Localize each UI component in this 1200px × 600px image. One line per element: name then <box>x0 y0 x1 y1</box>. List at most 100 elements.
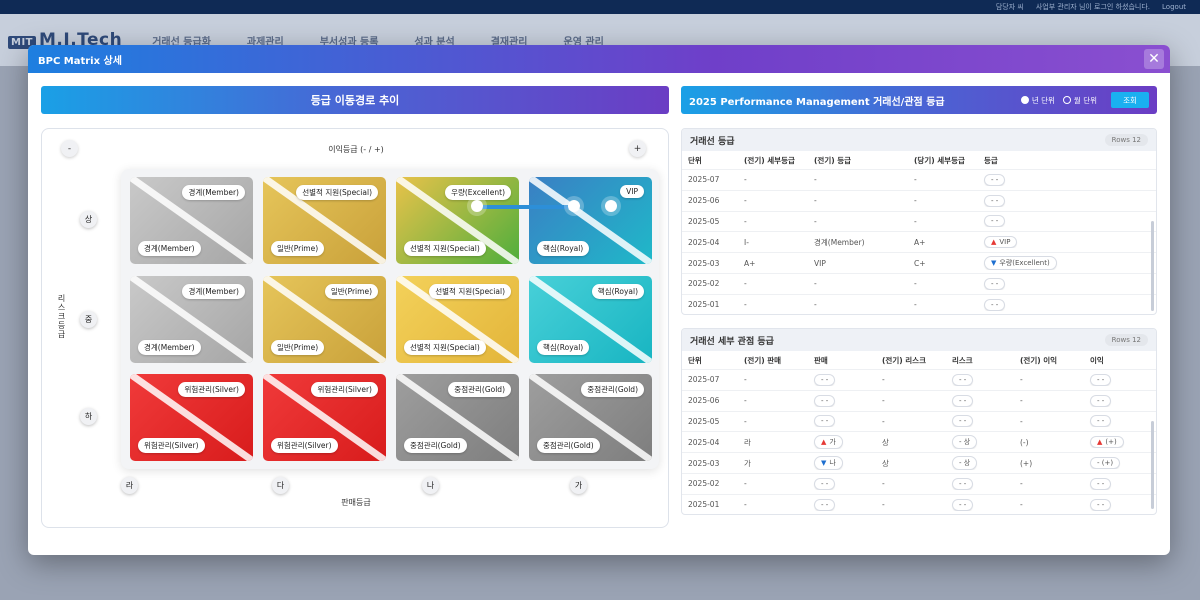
table-cell: 2025-06 <box>688 396 720 406</box>
table-cell: - <box>814 196 817 206</box>
table-cell: - <box>814 216 817 226</box>
triangle-up-icon: ▲ <box>991 238 997 247</box>
search-button[interactable]: 조회 <box>1111 92 1149 108</box>
table-row[interactable]: 2025-07 - - - - - <box>682 170 1156 191</box>
grade-chip: - - <box>984 215 1006 228</box>
table-row[interactable]: 2025-07 - - - - - - - - - <box>682 370 1156 391</box>
account-grade-title: 거래선 등급 <box>690 136 735 147</box>
table-cell: - 상 <box>946 456 1014 471</box>
table-cell: 2025-04 <box>688 437 720 447</box>
table-row[interactable]: 2025-01 - - - - - - - - - <box>682 495 1156 514</box>
matrix-cell: VIP 핵심(Royal) <box>529 177 652 264</box>
risk-grade-low: 하 <box>80 408 97 425</box>
table-cell: 2025-02 <box>688 479 720 489</box>
logout-link[interactable]: Logout <box>1162 3 1186 11</box>
table-cell: - <box>744 500 747 510</box>
grade-path-banner: 등급 이동경로 추이 <box>41 86 669 114</box>
table-cell: 상 <box>882 458 889 468</box>
grade-chip: - - <box>1090 415 1112 428</box>
table-cell: - - <box>1084 394 1154 407</box>
grade-chip: - - <box>814 373 836 386</box>
cell-top-label: 경계(Member) <box>182 185 245 200</box>
matrix-cell: 위험관리(Silver) 위험관리(Silver) <box>130 374 253 461</box>
column-header: 단위 <box>688 355 702 365</box>
table-cell: - - <box>808 477 876 490</box>
modal-header: BPC Matrix 상세 ✕ <box>28 45 1170 73</box>
table-cell: - <box>744 279 747 289</box>
cell-top-label: 위험관리(Silver) <box>311 382 378 397</box>
table-row[interactable]: 2025-06 - - - - - <box>682 191 1156 212</box>
table-cell: 라 <box>744 437 751 447</box>
top-utility-bar: 담당자 씨 사업부 관리자 님이 로그인 하셨습니다. Logout <box>0 0 1200 14</box>
table-cell: - <box>914 279 917 289</box>
cell-bottom-label: 위험관리(Silver) <box>271 438 338 453</box>
table-cell: - - <box>946 415 1014 428</box>
table-cell: - - <box>946 373 1014 386</box>
table-cell: - <box>744 196 747 206</box>
matrix-cell: 위험관리(Silver) 위험관리(Silver) <box>263 374 386 461</box>
table-row[interactable]: 2025-04 라 ▲ 가 상 - 상 (-) ▲ (+) <box>682 432 1156 454</box>
table-row[interactable]: 2025-02 - - - - - <box>682 274 1156 295</box>
matrix-cell: 일반(Prime) 일반(Prime) <box>263 276 386 363</box>
cell-bottom-label: 일반(Prime) <box>271 241 325 256</box>
table-cell: 가 <box>744 458 751 468</box>
profit-plus-marker: + <box>629 140 646 157</box>
cell-top-label: 선별적 지원(Special) <box>296 185 378 200</box>
matrix-cell: 경계(Member) 경계(Member) <box>130 276 253 363</box>
table-cell: (+) <box>1020 458 1033 468</box>
matrix-cell: 경계(Member) 경계(Member) <box>130 177 253 264</box>
close-icon: ✕ <box>1148 51 1160 67</box>
table-scrollbar[interactable] <box>1151 421 1154 509</box>
cell-top-label: VIP <box>620 185 644 198</box>
matrix-cell: 우량(Excellent) 선별적 지원(Special) <box>396 177 519 264</box>
table-row[interactable]: 2025-05 - - - - - <box>682 212 1156 233</box>
grade-chip: - - <box>814 394 836 407</box>
modal-title: BPC Matrix 상세 <box>38 55 122 67</box>
grade-chip: - - <box>984 298 1006 311</box>
table-row[interactable]: 2025-04 I- 경계(Member) A+ ▲ VIP <box>682 232 1156 254</box>
table-cell: - <box>744 216 747 226</box>
matrix-cell: 중점관리(Gold) 중점관리(Gold) <box>529 374 652 461</box>
column-header: 등급 <box>984 155 998 165</box>
table-cell: A+ <box>914 237 926 247</box>
table-cell: 2025-07 <box>688 375 720 385</box>
column-header: (전기) 등급 <box>814 155 852 165</box>
table-row[interactable]: 2025-03 가 ▼ 나 상 - 상 (+) - (+) <box>682 453 1156 474</box>
grade-path-line <box>477 205 574 209</box>
table-cell: A+ <box>744 258 756 268</box>
table-cell: - <box>914 300 917 310</box>
grade-path-point[interactable] <box>568 200 580 212</box>
grade-chip: - - <box>1090 477 1112 490</box>
column-header: (전기) 세부등급 <box>744 155 795 165</box>
detail-grade-table-header: 거래선 세부 관점 등급 Rows 12 <box>682 329 1156 351</box>
table-cell: - <box>1020 479 1023 489</box>
table-cell: 2025-05 <box>688 216 720 226</box>
table-row[interactable]: 2025-01 - - - - - <box>682 295 1156 314</box>
table-row[interactable]: 2025-03 A+ VIP C+ ▼ 우량(Excellent) <box>682 253 1156 274</box>
table-cell: 2025-06 <box>688 196 720 206</box>
radio-month-unit[interactable]: 월 단위 <box>1062 95 1097 106</box>
table-cell: - - <box>978 173 1148 186</box>
risk-grade-mid: 중 <box>80 311 97 328</box>
column-header: 판매 <box>814 355 828 365</box>
close-button[interactable]: ✕ <box>1144 49 1164 69</box>
table-cell: - <box>882 479 885 489</box>
grade-chip: ▲ VIP <box>984 236 1018 249</box>
grade-path-point[interactable] <box>605 200 617 212</box>
grade-chip: - - <box>984 194 1006 207</box>
table-cell: - - <box>978 277 1148 290</box>
grade-path-point[interactable] <box>471 200 483 212</box>
radio-year-unit[interactable]: 년 단위 <box>1020 95 1055 106</box>
table-row[interactable]: 2025-06 - - - - - - - - - <box>682 391 1156 412</box>
triangle-down-icon: ▼ <box>821 459 827 468</box>
table-cell: - - <box>808 373 876 386</box>
table-cell: - <box>744 479 747 489</box>
detail-grade-rows: 단위 (전기) 판매 판매 (전기) 리스크 리스크 (전기) 이익 이익 2025-07 - -… <box>682 351 1156 514</box>
table-row[interactable]: 2025-05 - - - - - - - - - <box>682 412 1156 433</box>
table-scrollbar[interactable] <box>1151 221 1154 311</box>
table-cell: - - <box>808 498 876 511</box>
table-row[interactable]: 2025-02 - - - - - - - - - <box>682 474 1156 495</box>
grade-chip: - 상 <box>952 435 978 450</box>
grade-chip: - - <box>1090 498 1112 511</box>
rows-badge: Rows 12 <box>1104 134 1148 146</box>
